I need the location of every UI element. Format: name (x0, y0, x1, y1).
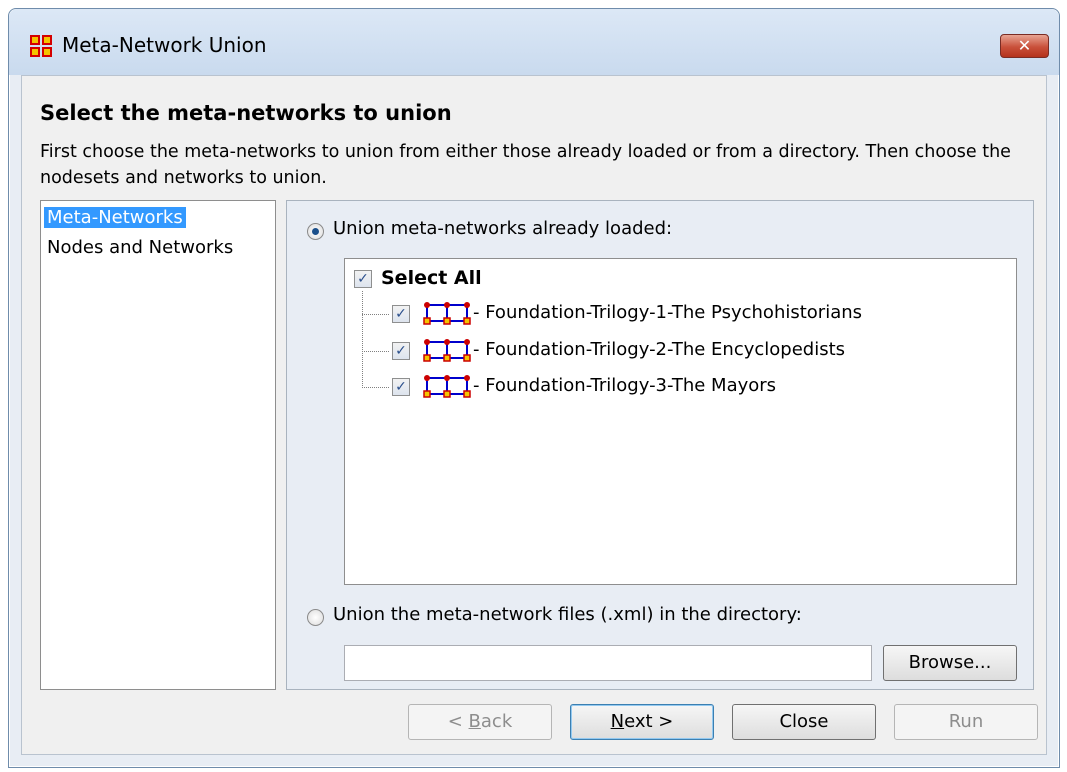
network-3-checkbox[interactable]: ✓ (392, 378, 410, 396)
tree-connector (362, 291, 363, 388)
directory-label[interactable]: Union the meta-network files (.xml) in t… (333, 604, 802, 625)
close-button[interactable]: Close (732, 704, 876, 740)
browse-button[interactable]: Browse... (883, 645, 1017, 681)
tree-connector (362, 387, 389, 388)
loaded-networks-label[interactable]: Union meta-networks already loaded: (333, 218, 672, 239)
meta-network-icon (423, 302, 471, 325)
back-button[interactable]: < Back (408, 704, 552, 740)
window-close-button[interactable]: ✕ (1000, 34, 1049, 58)
next-button-rest: ext > (624, 711, 674, 732)
nav-item-meta-networks[interactable]: Meta-Networks (44, 207, 186, 228)
network-2-label[interactable]: - Foundation-Trilogy-2-The Encyclopedist… (473, 339, 845, 360)
step-nav-list: Meta-Networks Nodes and Networks (40, 200, 276, 690)
network-1-checkbox[interactable]: ✓ (392, 305, 410, 323)
dialog-window: Meta-Network Union ✕ Select the meta-net… (8, 8, 1060, 768)
dialog-content: Select the meta-networks to union First … (21, 75, 1047, 755)
network-3-label[interactable]: - Foundation-Trilogy-3-The Mayors (473, 375, 776, 396)
window-title: Meta-Network Union (62, 33, 267, 57)
back-button-prefix: < (447, 711, 469, 732)
run-button[interactable]: Run (894, 704, 1038, 740)
meta-network-icon (423, 339, 471, 362)
page-heading: Select the meta-networks to union (40, 101, 452, 125)
directory-path-input[interactable] (344, 645, 872, 681)
tree-connector (362, 351, 389, 352)
meta-network-source-panel: Union meta-networks already loaded: ✓ Se… (286, 200, 1034, 690)
next-button[interactable]: Next > (570, 704, 714, 740)
page-description: First choose the meta-networks to union … (40, 142, 1011, 188)
network-2-checkbox[interactable]: ✓ (392, 342, 410, 360)
meta-network-tree: ✓ Select All ✓ - Foundation-Trilogy-1-Th… (344, 258, 1017, 585)
close-icon: ✕ (1017, 36, 1032, 55)
title-bar[interactable]: Meta-Network Union ✕ (9, 9, 1059, 75)
nav-item-nodes-and-networks[interactable]: Nodes and Networks (44, 237, 236, 258)
loaded-networks-radio[interactable] (307, 223, 324, 240)
tree-connector (362, 314, 389, 315)
select-all-label[interactable]: Select All (381, 267, 482, 289)
directory-radio[interactable] (307, 609, 324, 626)
select-all-checkbox[interactable]: ✓ (354, 270, 372, 288)
back-button-mnemonic: B (468, 711, 481, 732)
meta-network-icon (423, 375, 471, 398)
next-button-mnemonic: N (610, 711, 625, 732)
back-button-rest: ack (480, 711, 513, 732)
network-1-label[interactable]: - Foundation-Trilogy-1-The Psychohistori… (473, 302, 862, 323)
meta-network-app-icon (30, 35, 52, 57)
